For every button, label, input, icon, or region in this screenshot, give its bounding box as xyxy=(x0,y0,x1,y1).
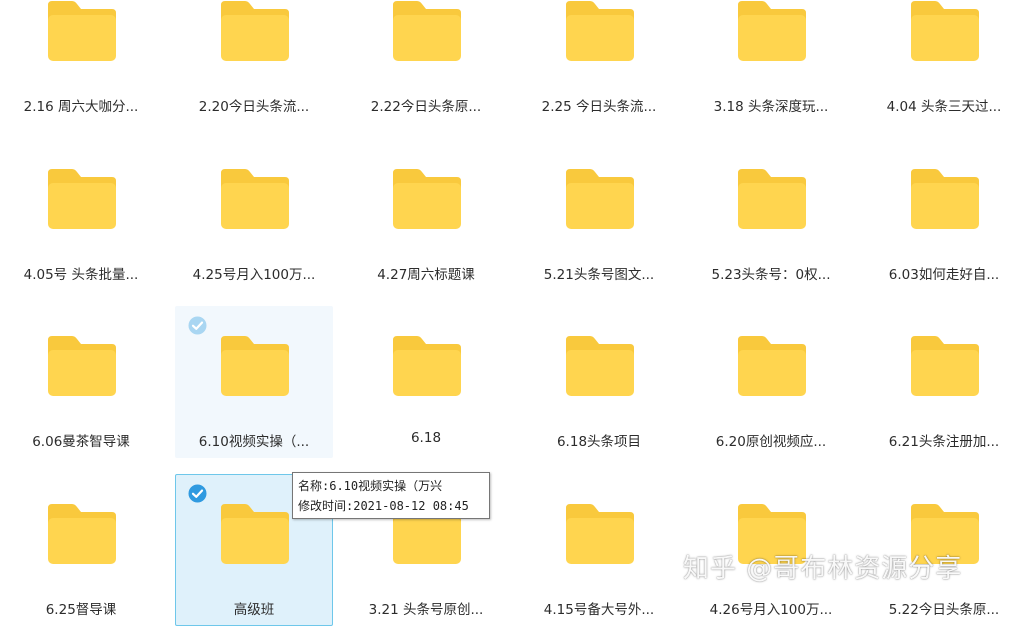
folder-icon xyxy=(217,336,293,398)
folder-icon xyxy=(562,504,638,566)
folder-item[interactable]: 6.18 xyxy=(347,306,505,458)
folder-icon xyxy=(734,169,810,231)
file-grid: 2.16 周六大咖分... 2.20今日头条流... 2.22今日头条原... 2.2… xyxy=(0,0,1011,626)
folder-item[interactable]: 6.10视频实操（... xyxy=(175,306,333,458)
folder-label: 4.15号备大号外... xyxy=(543,602,655,618)
folder-icon xyxy=(217,169,293,231)
folder-item[interactable]: 4.25号月入100万... xyxy=(175,157,333,309)
folder-label: 6.10视频实操（... xyxy=(198,434,310,450)
folder-item[interactable]: 2.22今日头条原... xyxy=(347,0,505,142)
folder-label: 6.18头条项目 xyxy=(556,434,642,450)
folder-item[interactable]: 6.06曼茶智导课 xyxy=(2,306,160,458)
folder-icon xyxy=(217,1,293,63)
folder-item[interactable]: 2.16 周六大咖分... xyxy=(2,0,160,142)
folder-label: 4.05号 头条批量... xyxy=(23,267,139,283)
folder-label: 2.20今日头条流... xyxy=(198,99,310,115)
folder-label: 5.21头条号图文... xyxy=(543,267,655,283)
tooltip-modified-time: 修改时间:2021-08-12 08:45 xyxy=(298,499,469,513)
folder-icon xyxy=(44,504,120,566)
folder-item[interactable]: 5.21头条号图文... xyxy=(520,157,678,309)
folder-label: 4.25号月入100万... xyxy=(192,267,316,283)
folder-label: 4.04 头条三天过... xyxy=(886,99,1002,115)
folder-item[interactable]: 6.20原创视频应... xyxy=(692,306,850,458)
folder-icon xyxy=(734,336,810,398)
folder-icon xyxy=(562,1,638,63)
folder-label: 4.27周六标题课 xyxy=(377,267,475,283)
folder-icon xyxy=(44,169,120,231)
folder-label: 5.22今日头条原... xyxy=(888,602,1000,618)
folder-icon xyxy=(44,336,120,398)
folder-label: 6.21头条注册加... xyxy=(888,434,1000,450)
folder-label: 3.18 头条深度玩... xyxy=(713,99,829,115)
folder-item[interactable]: 5.23头条号：0权... xyxy=(692,157,850,309)
folder-label: 6.20原创视频应... xyxy=(715,434,827,450)
folder-icon xyxy=(562,169,638,231)
folder-item[interactable]: 4.05号 头条批量... xyxy=(2,157,160,309)
folder-item[interactable]: 6.25督导课 xyxy=(2,474,160,626)
folder-label: 高级班 xyxy=(233,602,275,618)
folder-item[interactable]: 3.18 头条深度玩... xyxy=(692,0,850,142)
folder-item[interactable]: 4.15号备大号外... xyxy=(520,474,678,626)
folder-label: 2.25 今日头条流... xyxy=(541,99,657,115)
folder-item[interactable]: 4.27周六标题课 xyxy=(347,157,505,309)
folder-item[interactable]: 2.20今日头条流... xyxy=(175,0,333,142)
folder-label: 6.18 xyxy=(410,430,442,446)
checkbox-hover-icon[interactable] xyxy=(188,316,207,335)
folder-icon xyxy=(734,1,810,63)
watermark: 知乎 @哥布林资源分享 xyxy=(683,554,963,584)
folder-icon xyxy=(217,504,293,566)
folder-item[interactable]: 6.18头条项目 xyxy=(520,306,678,458)
folder-icon xyxy=(389,336,465,398)
checkbox-checked-icon[interactable] xyxy=(188,484,207,503)
folder-item[interactable]: 4.04 头条三天过... xyxy=(865,0,1011,142)
folder-label: 6.25督导课 xyxy=(45,602,117,618)
folder-icon xyxy=(907,336,983,398)
folder-label: 4.26号月入100万... xyxy=(709,602,833,618)
tooltip-name: 名称:6.10视频实操（万兴 xyxy=(298,479,443,493)
folder-label: 5.23头条号：0权... xyxy=(711,267,831,283)
folder-icon xyxy=(389,169,465,231)
folder-icon xyxy=(907,1,983,63)
folder-item[interactable]: 6.21头条注册加... xyxy=(865,306,1011,458)
folder-label: 3.21 头条号原创... xyxy=(368,602,484,618)
folder-item[interactable]: 2.25 今日头条流... xyxy=(520,0,678,142)
folder-item[interactable]: 6.03如何走好自... xyxy=(865,157,1011,309)
folder-label: 6.06曼茶智导课 xyxy=(32,434,130,450)
folder-icon xyxy=(907,169,983,231)
folder-label: 2.22今日头条原... xyxy=(370,99,482,115)
folder-label: 6.03如何走好自... xyxy=(888,267,1000,283)
folder-label: 2.16 周六大咖分... xyxy=(23,99,139,115)
folder-icon xyxy=(44,1,120,63)
folder-icon xyxy=(389,1,465,63)
file-tooltip: 名称:6.10视频实操（万兴 修改时间:2021-08-12 08:45 xyxy=(292,472,490,519)
folder-icon xyxy=(562,336,638,398)
